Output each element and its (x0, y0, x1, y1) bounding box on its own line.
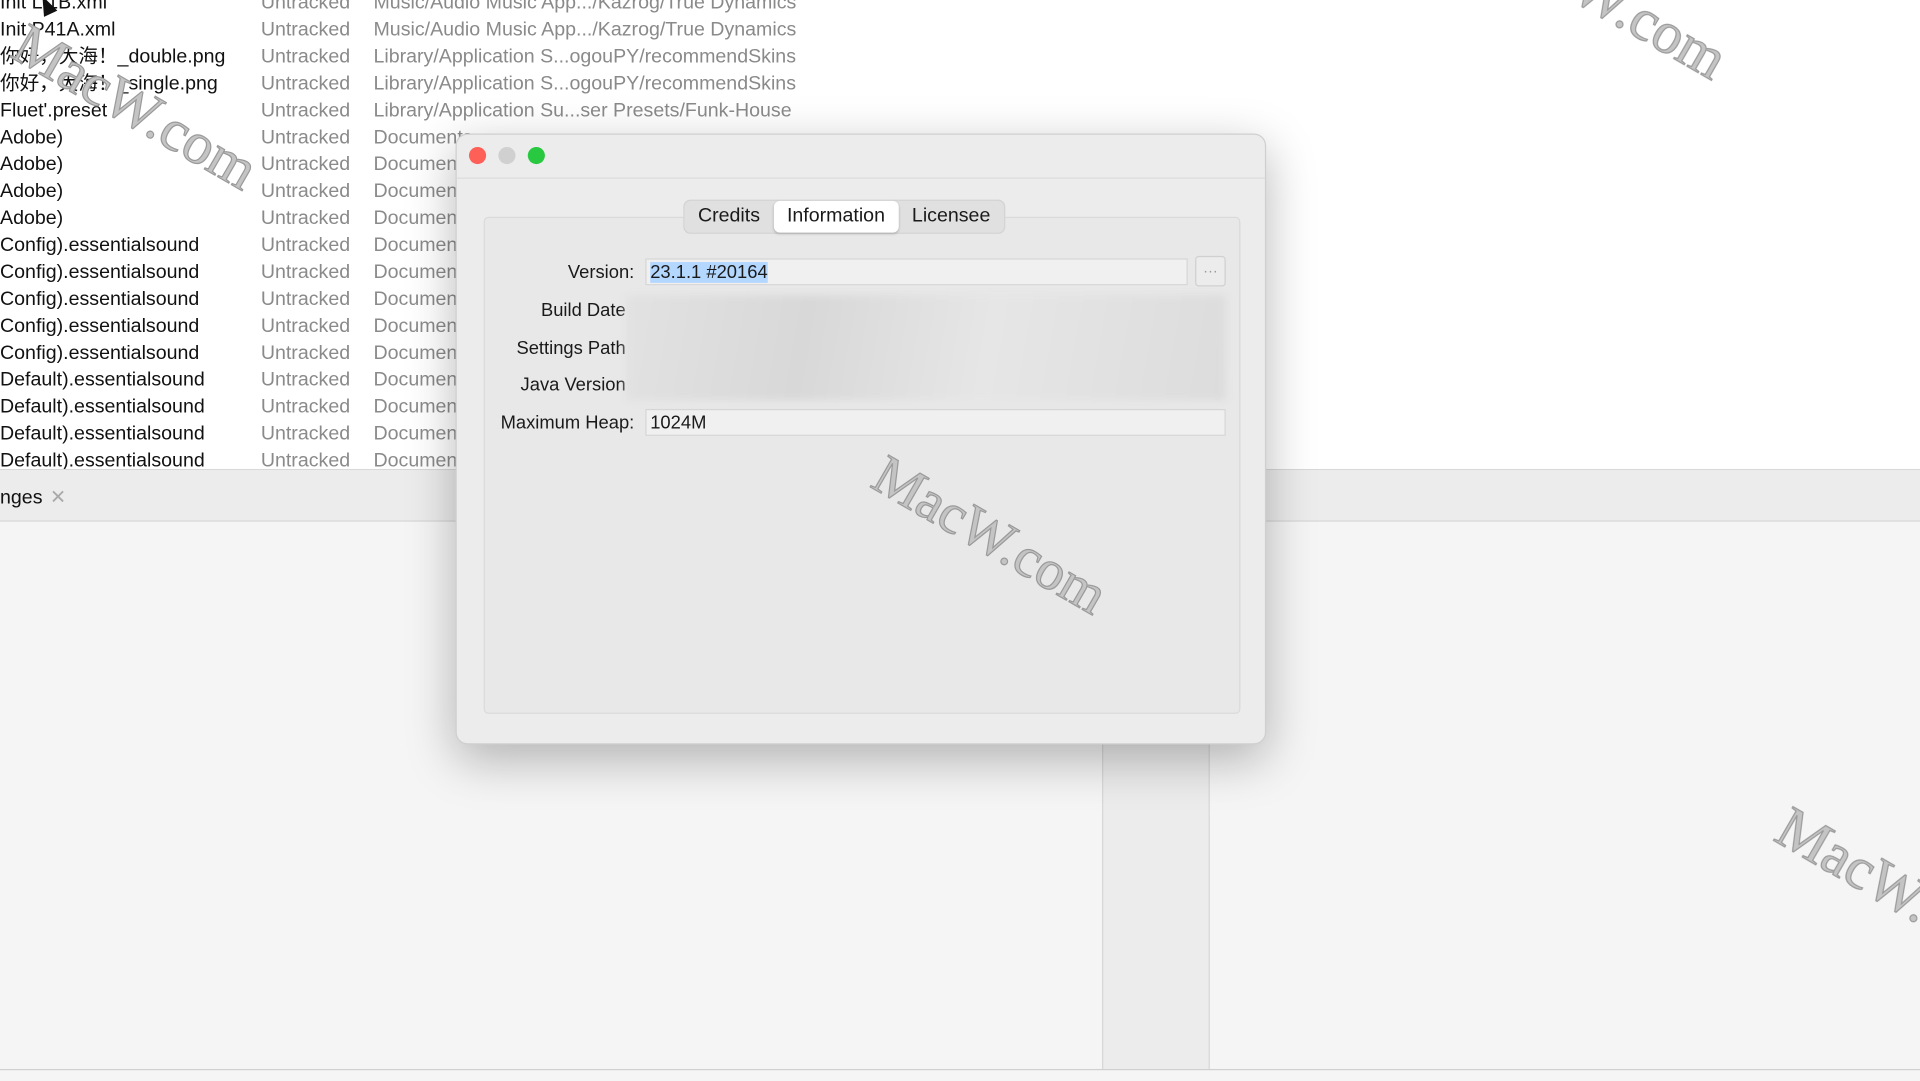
file-status: Untracked (260, 288, 351, 310)
file-status: Untracked (260, 396, 351, 418)
file-status: Untracked (260, 208, 351, 229)
file-name: Config).essentialsound (0, 235, 200, 256)
file-status: Untracked (260, 0, 351, 14)
tab-licensee[interactable]: Licensee (898, 201, 1003, 233)
file-name: 你好，大海！_double.png (0, 46, 226, 68)
version-field[interactable]: 23.1.1 #20164 (645, 258, 1188, 286)
java-version-label: Java Version (520, 374, 626, 396)
tab-bar: Credits Information Licensee (683, 199, 1006, 234)
file-status: Untracked (260, 181, 351, 203)
about-dialog: Credits Information Licensee Version: 23… (455, 133, 1267, 745)
divider (0, 1068, 1920, 1071)
settings-path-label: Settings Path (516, 337, 626, 359)
build-date-label: Build Date (540, 300, 626, 321)
file-name: Adobe) (0, 181, 64, 203)
more-button[interactable]: ··· (1195, 255, 1226, 287)
file-path: Library/Application S...ogouPY/recommend… (373, 73, 797, 95)
file-name: Config).essentialsound (0, 262, 200, 283)
version-value: 23.1.1 #20164 (650, 262, 768, 283)
redacted-region (625, 295, 1226, 401)
file-name: Init P41A.xml (0, 19, 116, 41)
tab-credits[interactable]: Credits (684, 201, 773, 233)
file-path: Library/Application Su...ser Presets/Fun… (373, 100, 792, 122)
file-name: Config).essentialsound (0, 288, 200, 310)
file-status: Untracked (260, 369, 351, 391)
file-name: Config).essentialsound (0, 342, 200, 364)
file-path: Library/Application S...ogouPY/recommend… (373, 46, 797, 68)
file-name: Default).essentialsound (0, 369, 205, 391)
file-status: Untracked (260, 262, 351, 283)
file-status: Untracked (260, 19, 351, 41)
file-path: Music/Audio Music App.../Kazrog/True Dyn… (373, 19, 797, 41)
information-panel (483, 216, 1241, 714)
changes-tab[interactable]: nges ✕ (0, 485, 66, 509)
max-heap-label: Maximum Heap: (500, 412, 635, 434)
file-status: Untracked (260, 127, 351, 149)
file-status: Untracked (260, 315, 351, 337)
watermark: MacW.com (1471, 0, 1739, 94)
version-label: Version: (567, 262, 635, 283)
screen: Init L 1B.xml Untracked Music/Audio Music … (0, 0, 1920, 1081)
file-name: Default).essentialsound (0, 396, 205, 418)
changes-tab-label: nges (0, 487, 43, 509)
file-name: Adobe) (0, 208, 64, 229)
file-name: 你好，大海！_single.png (0, 73, 218, 95)
file-name: Adobe) (0, 127, 64, 149)
file-name: Adobe) (0, 154, 64, 176)
panel-divider-strip (1102, 742, 1210, 1069)
max-heap-field[interactable]: 1024M (645, 408, 1226, 436)
file-status: Untracked (260, 342, 351, 364)
zoom-window-button[interactable] (527, 146, 545, 165)
file-name: Fluet'.preset (0, 100, 108, 122)
file-status: Untracked (260, 235, 351, 256)
title-bar (456, 135, 1265, 179)
file-status: Untracked (260, 100, 351, 122)
file-status: Untracked (260, 73, 351, 95)
file-name: Default).essentialsound (0, 423, 205, 445)
minimize-window-button[interactable] (498, 146, 516, 165)
tab-information[interactable]: Information (773, 200, 899, 233)
file-status: Untracked (260, 154, 351, 176)
file-status: Untracked (260, 46, 351, 68)
file-path: Music/Audio Music App.../Kazrog/True Dyn… (373, 0, 797, 14)
close-icon[interactable]: ✕ (50, 487, 66, 508)
close-window-button[interactable] (468, 146, 487, 165)
file-status: Untracked (260, 423, 351, 445)
file-name: Config).essentialsound (0, 315, 200, 337)
